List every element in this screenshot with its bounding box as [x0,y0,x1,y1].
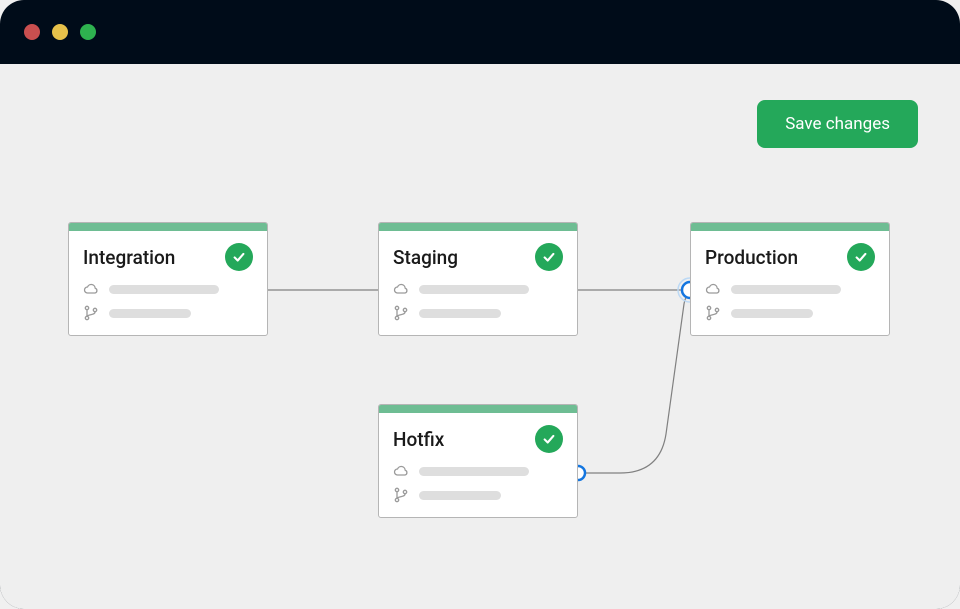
placeholder-bar [109,309,191,318]
node-title: Hotfix [393,428,444,451]
git-branch-icon [393,305,409,321]
app-window: Save changes Integration [0,0,960,609]
connections-layer [0,64,960,609]
node-body: Production [691,231,889,335]
git-branch-icon [705,305,721,321]
node-branch-row [705,305,875,321]
git-branch-icon [393,487,409,503]
node-integration[interactable]: Integration [68,222,268,336]
node-branch-row [393,305,563,321]
maximize-icon[interactable] [80,24,96,40]
node-title: Staging [393,246,458,269]
node-title: Integration [83,246,175,269]
check-icon [535,243,563,271]
node-staging[interactable]: Staging [378,222,578,336]
titlebar [0,0,960,64]
node-cloud-row [393,281,563,297]
connection-curve [578,290,700,473]
node-title: Production [705,246,798,269]
node-header-bar [379,223,577,231]
cloud-icon [83,281,99,297]
check-icon [225,243,253,271]
cloud-icon [393,463,409,479]
node-cloud-row [83,281,253,297]
placeholder-bar [109,285,219,294]
node-header-bar [691,223,889,231]
node-body: Staging [379,231,577,335]
node-body: Integration [69,231,267,335]
placeholder-bar [731,309,813,318]
node-header-bar [379,405,577,413]
node-cloud-row [393,463,563,479]
node-branch-row [83,305,253,321]
check-icon [847,243,875,271]
placeholder-bar [419,467,529,476]
cloud-icon [393,281,409,297]
node-body: Hotfix [379,413,577,517]
placeholder-bar [419,309,501,318]
placeholder-bar [419,491,501,500]
node-hotfix[interactable]: Hotfix [378,404,578,518]
node-header-bar [69,223,267,231]
cloud-icon [705,281,721,297]
content-area: Save changes Integration [0,64,960,609]
placeholder-bar [731,285,841,294]
node-branch-row [393,487,563,503]
diagram-canvas[interactable]: Integration [0,64,960,609]
minimize-icon[interactable] [52,24,68,40]
node-cloud-row [705,281,875,297]
check-icon [535,425,563,453]
git-branch-icon [83,305,99,321]
close-icon[interactable] [24,24,40,40]
placeholder-bar [419,285,529,294]
node-production[interactable]: Production [690,222,890,336]
